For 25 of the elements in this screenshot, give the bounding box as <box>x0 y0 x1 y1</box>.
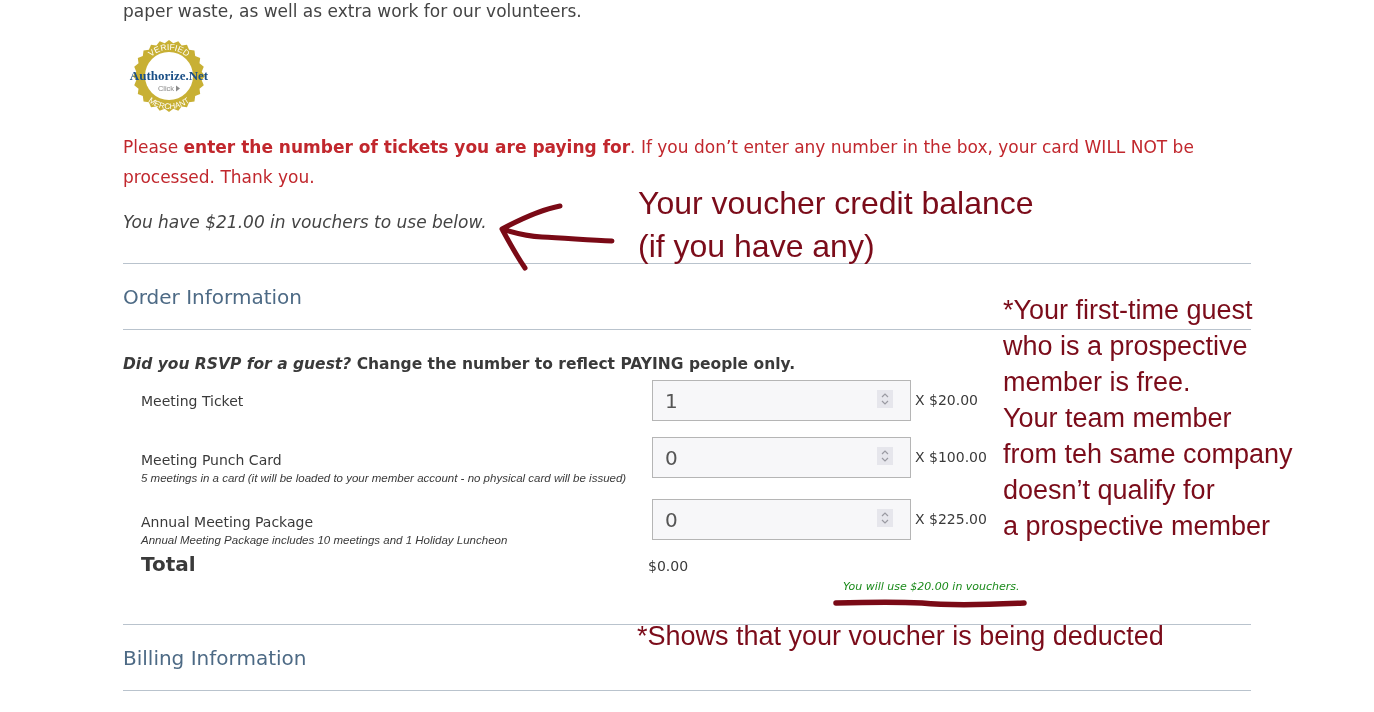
annotation-note: *Your first-time guest who is a prospective member is free. Your team member from teh same company doesn’t qualify for a prospective member <box>1003 294 1293 543</box>
quantity-field[interactable]: 0 <box>652 499 911 540</box>
intro-text: paper waste, as well as extra work for our volunteers. <box>123 0 582 22</box>
annotation-note: *Shows that your voucher is being deducted <box>637 620 1164 653</box>
spinner-icon[interactable] <box>877 447 893 465</box>
voucher-balance-text: You have $21.00 in vouchers to use below. <box>123 211 487 234</box>
total-amount: $0.00 <box>648 557 689 575</box>
total-label: Total <box>141 552 197 576</box>
section-heading: Billing Information <box>123 645 307 671</box>
item-name: Meeting Ticket <box>141 392 244 411</box>
item-name: Meeting Punch Card <box>141 451 282 470</box>
spinner-icon[interactable] <box>877 390 893 408</box>
quantity-field[interactable]: 0 <box>652 437 911 478</box>
item-price: X $20.00 <box>915 391 979 410</box>
item-name: Annual Meeting Package <box>141 513 314 532</box>
item-price: X $100.00 <box>915 448 987 467</box>
quantity-field[interactable]: 1 <box>652 380 911 421</box>
item-price: X $225.00 <box>915 510 987 529</box>
triangle-icon <box>176 85 180 92</box>
item-note: 5 meetings in a card (it will be loaded to your member account - no physical card will be issued) <box>141 471 627 486</box>
spinner-icon[interactable] <box>877 509 893 527</box>
instruction-text: Did you RSVP for a guest? Change the number to reflect PAYING people only. <box>123 354 796 374</box>
voucher-use-text: You will use $20.00 in vouchers. <box>843 579 1020 595</box>
item-note: Annual Meeting Package includes 10 meetings and 1 Holiday Luncheon <box>141 533 508 548</box>
section-heading: Order Information <box>123 284 302 310</box>
